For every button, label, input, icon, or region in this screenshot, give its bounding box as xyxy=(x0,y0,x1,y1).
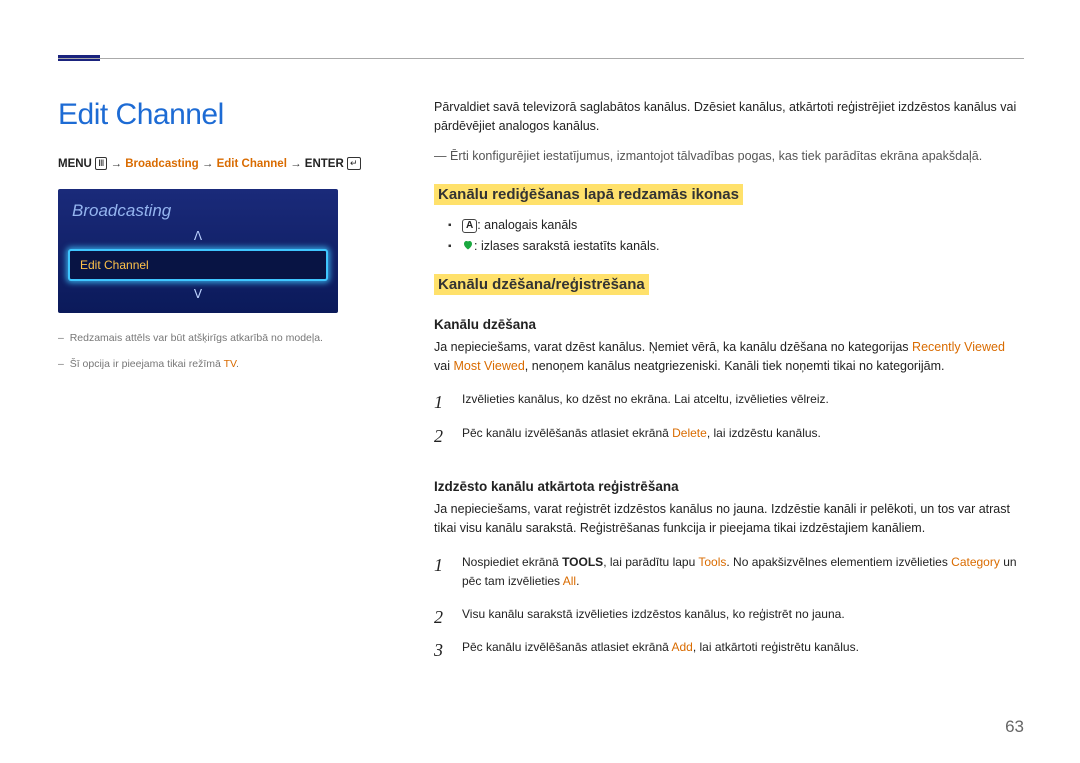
intro-note: Ērti konfigurējiet iestatījumus, izmanto… xyxy=(434,147,1020,166)
ui-panel: Broadcasting ᐱ Edit Channel ᐯ xyxy=(58,189,338,313)
legend-favorite: : izlases sarakstā iestatīts kanāls. xyxy=(448,236,1020,257)
chevron-down-icon: ᐯ xyxy=(58,285,338,313)
sub-reregister-title: Izdzēsto kanālu atkārtota reģistrēšana xyxy=(434,479,1020,494)
sub-delete-body: Ja nepieciešams, varat dzēst kanālus. Ņe… xyxy=(434,338,1020,377)
footnote-tv: – Šī opcija ir pieejama tikai režīmā TV. xyxy=(58,357,398,373)
delete-step-1: Izvēlieties kanālus, ko dzēst no ekrāna.… xyxy=(434,390,1020,409)
delete-step-2: Pēc kanālu izvēlēšanās atlasiet ekrānā D… xyxy=(434,424,1020,443)
ui-panel-title: Broadcasting xyxy=(58,189,338,227)
enter-label: ENTER xyxy=(305,158,344,170)
legend-analog: A: analogais kanāls xyxy=(448,215,1020,236)
enter-icon: ↵ xyxy=(347,157,361,170)
analog-a-icon: A xyxy=(462,219,477,233)
reregister-step-3: Pēc kanālu izvēlēšanās atlasiet ekrānā A… xyxy=(434,638,1020,657)
bc-broadcasting: Broadcasting xyxy=(125,158,199,170)
ui-panel-item-edit-channel[interactable]: Edit Channel xyxy=(68,249,328,281)
section-delete-register-title: Kanālu dzēšana/reģistrēšana xyxy=(434,274,649,295)
reregister-step-2: Visu kanālu sarakstā izvēlieties izdzēst… xyxy=(434,605,1020,624)
bc-edit-channel: Edit Channel xyxy=(217,158,287,170)
page-title: Edit Channel xyxy=(58,98,398,132)
heart-icon xyxy=(462,237,474,249)
section-icons-title: Kanālu rediģēšanas lapā redzamās ikonas xyxy=(434,184,743,205)
breadcrumb: MENU Ⅲ → Broadcasting → Edit Channel → E… xyxy=(58,156,398,173)
footnote-model: – Redzamais attēls var būt atšķirīgs atk… xyxy=(58,331,398,347)
sub-delete-title: Kanālu dzēšana xyxy=(434,317,1020,332)
delete-steps: Izvēlieties kanālus, ko dzēst no ekrāna.… xyxy=(434,386,1020,466)
chevron-up-icon: ᐱ xyxy=(58,227,338,245)
menu-icon: Ⅲ xyxy=(95,157,107,170)
page-number: 63 xyxy=(1005,717,1024,737)
reregister-steps: Nospiediet ekrānā TOOLS, lai parādītu la… xyxy=(434,549,1020,682)
icon-legend-list: A: analogais kanāls : izlases sarakstā i… xyxy=(434,215,1020,266)
sub-reregister-body: Ja nepieciešams, varat reģistrēt izdzēst… xyxy=(434,500,1020,539)
menu-label: MENU xyxy=(58,158,92,170)
intro-text: Pārvaldiet savā televizorā saglabātos ka… xyxy=(434,98,1020,137)
reregister-step-1: Nospiediet ekrānā TOOLS, lai parādītu la… xyxy=(434,553,1020,591)
